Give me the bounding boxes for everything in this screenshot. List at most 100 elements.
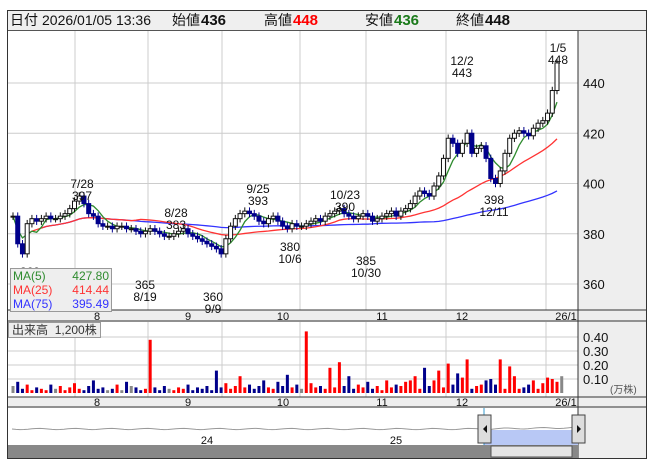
candle-body xyxy=(450,137,456,144)
volume-bar xyxy=(191,390,195,393)
month-label: 8 xyxy=(94,397,100,409)
candle-body xyxy=(152,228,158,232)
month-label: 12 xyxy=(456,397,468,409)
candle-body xyxy=(147,228,153,232)
volume-bar xyxy=(200,388,204,393)
volume-bar xyxy=(408,380,412,393)
volume-bar xyxy=(394,384,398,393)
candle-body xyxy=(417,190,423,197)
volume-bar xyxy=(290,387,294,393)
candle-body xyxy=(90,213,96,217)
price-axis-label: 400 xyxy=(583,177,605,192)
candle-body xyxy=(440,157,446,177)
volume-bar xyxy=(361,387,365,393)
annotation-label: 443 xyxy=(452,66,472,80)
volume-bar xyxy=(536,388,540,393)
candle-body xyxy=(412,195,418,205)
volume-bar xyxy=(432,380,436,393)
candle-body xyxy=(299,225,305,228)
candle-body xyxy=(100,223,106,227)
candle-body xyxy=(185,228,191,235)
annotation-label: 397 xyxy=(72,189,92,203)
volume-bar xyxy=(167,388,171,393)
candle-body xyxy=(166,235,172,238)
candle-body xyxy=(261,220,267,225)
volume-bar xyxy=(153,387,157,393)
scrollbar-thumb[interactable] xyxy=(490,445,573,458)
candle-body xyxy=(270,215,276,220)
volume-bar xyxy=(233,386,237,393)
volume-bar xyxy=(366,381,370,393)
candle-body xyxy=(493,177,499,184)
candle-body xyxy=(62,213,68,217)
volume-bar xyxy=(550,379,554,393)
candle-body xyxy=(346,213,352,217)
price-axis-label: 440 xyxy=(583,76,605,91)
candle-body xyxy=(445,137,451,159)
candle-body xyxy=(237,213,243,220)
volume-bar xyxy=(281,386,285,393)
volume-bar xyxy=(314,387,318,393)
volume-bar xyxy=(300,388,304,393)
volume-bar xyxy=(484,380,488,393)
candle-body xyxy=(53,218,59,221)
volume-bar xyxy=(77,388,81,393)
candle-body xyxy=(86,203,92,215)
candle-body xyxy=(313,218,319,222)
volume-axis-label: 0.20 xyxy=(583,358,608,373)
volume-bar xyxy=(276,381,280,393)
candle-body xyxy=(483,145,489,159)
volume-bar xyxy=(508,366,512,393)
volume-bar xyxy=(527,384,531,393)
candle-body xyxy=(57,215,63,220)
annotation-label: 12/11 xyxy=(479,205,508,219)
volume-bar xyxy=(172,390,176,393)
candle-body xyxy=(426,193,432,197)
volume-bar xyxy=(555,381,559,393)
candle-body xyxy=(24,223,30,255)
candle-body xyxy=(507,137,513,154)
candle-body xyxy=(365,213,371,217)
candle-body xyxy=(105,225,111,228)
candle-body xyxy=(157,230,163,235)
volume-bar xyxy=(91,380,95,393)
volume-label: 出来高 xyxy=(12,323,49,337)
candle-body xyxy=(549,90,555,114)
volume-axis-label: 0.40 xyxy=(583,330,608,345)
candle-body xyxy=(194,235,200,240)
volume-bar xyxy=(252,388,256,393)
volume-bar xyxy=(143,388,147,393)
volume-bar xyxy=(120,390,124,393)
month-label: 9 xyxy=(185,397,191,409)
volume-bar xyxy=(522,387,526,393)
volume-bar xyxy=(465,359,469,393)
volume-bar xyxy=(498,359,502,393)
price-volume-chart[interactable]: 4404204003803600.400.300.200.10(万株)88991… xyxy=(0,0,653,470)
candle-body xyxy=(109,225,115,230)
volume-bar xyxy=(389,387,393,393)
volume-bar xyxy=(427,386,431,393)
volume-bar xyxy=(106,390,110,393)
volume-axis-label: 0.10 xyxy=(583,372,608,387)
volume-bar xyxy=(134,387,138,393)
candle-body xyxy=(228,225,234,240)
candle-body xyxy=(171,233,177,237)
volume-bar xyxy=(58,386,62,393)
price-axis-label: 420 xyxy=(583,126,605,141)
volume-bar xyxy=(63,390,67,393)
volume-bar xyxy=(404,381,408,393)
volume-bar xyxy=(210,390,214,393)
volume-bar xyxy=(494,384,498,393)
volume-bar xyxy=(20,388,24,393)
volume-bar xyxy=(446,363,450,393)
annotation-label: 10/6 xyxy=(278,252,302,266)
candle-body xyxy=(114,225,120,230)
volume-bar xyxy=(125,381,129,393)
candle-body xyxy=(431,185,437,197)
volume-bar xyxy=(96,388,100,393)
volume-bar xyxy=(44,390,48,393)
ma75-legend: MA(75) 395.49 xyxy=(13,297,109,311)
volume-bar xyxy=(229,388,233,393)
volume-bar xyxy=(318,386,322,393)
candle-body xyxy=(516,130,522,134)
